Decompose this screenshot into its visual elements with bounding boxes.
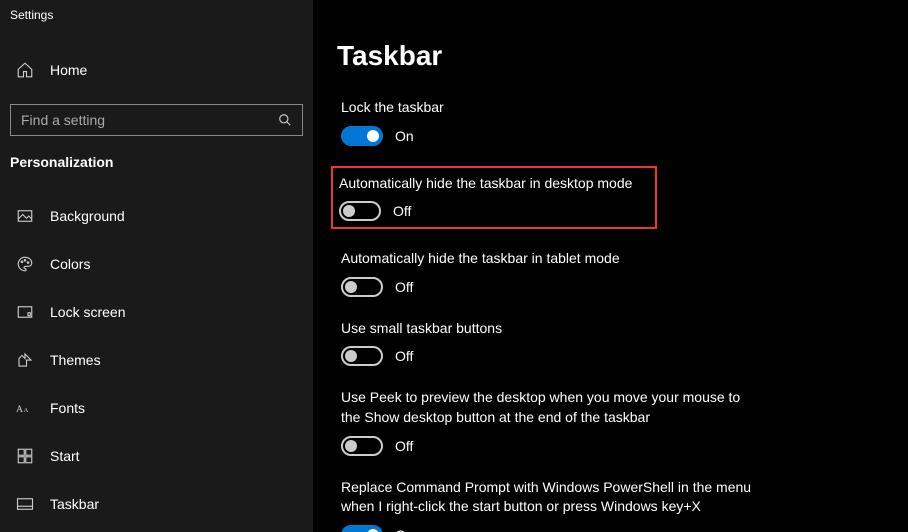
- toggle-hide-desktop[interactable]: [339, 201, 381, 221]
- sidebar-item-label: Lock screen: [50, 304, 125, 320]
- toggle-state: Off: [393, 203, 411, 219]
- svg-text:A: A: [16, 404, 23, 415]
- start-icon: [16, 447, 34, 465]
- section-heading: Personalization: [0, 154, 313, 170]
- sidebar-item-background[interactable]: Background: [0, 192, 313, 240]
- page-title: Taskbar: [337, 40, 884, 72]
- sidebar-item-label: Fonts: [50, 400, 85, 416]
- sidebar-item-fonts[interactable]: AA Fonts: [0, 384, 313, 432]
- sidebar-item-colors[interactable]: Colors: [0, 240, 313, 288]
- search-input[interactable]: [21, 112, 278, 128]
- toggle-powershell[interactable]: [341, 525, 383, 532]
- toggle-state: Off: [395, 279, 413, 295]
- fonts-icon: AA: [16, 399, 34, 417]
- home-icon: [16, 61, 34, 79]
- sidebar-item-taskbar[interactable]: Taskbar: [0, 480, 313, 528]
- sidebar-item-lockscreen[interactable]: Lock screen: [0, 288, 313, 336]
- sidebar-item-start[interactable]: Start: [0, 432, 313, 480]
- setting-label: Automatically hide the taskbar in deskto…: [339, 174, 649, 194]
- setting-label: Replace Command Prompt with Windows Powe…: [341, 478, 763, 517]
- main-content: Taskbar Lock the taskbar On Automaticall…: [313, 0, 908, 532]
- setting-hide-desktop: Automatically hide the taskbar in deskto…: [331, 166, 657, 230]
- setting-hide-tablet: Automatically hide the taskbar in tablet…: [337, 247, 767, 299]
- sidebar-item-label: Taskbar: [50, 496, 99, 512]
- setting-label: Use small taskbar buttons: [341, 319, 763, 339]
- toggle-small-buttons[interactable]: [341, 346, 383, 366]
- home-label: Home: [50, 62, 87, 78]
- toggle-peek[interactable]: [341, 436, 383, 456]
- toggle-state: Off: [395, 348, 413, 364]
- lockscreen-icon: [16, 303, 34, 321]
- palette-icon: [16, 255, 34, 273]
- sidebar-item-home[interactable]: Home: [0, 48, 313, 92]
- sidebar: Settings Home Personalization Background…: [0, 0, 313, 532]
- toggle-state: On: [395, 128, 414, 144]
- taskbar-icon: [16, 495, 34, 513]
- setting-lock-taskbar: Lock the taskbar On: [337, 96, 767, 148]
- sidebar-item-label: Themes: [50, 352, 101, 368]
- window-title: Settings: [0, 0, 313, 30]
- setting-label: Automatically hide the taskbar in tablet…: [341, 249, 763, 269]
- sidebar-item-themes[interactable]: Themes: [0, 336, 313, 384]
- picture-icon: [16, 207, 34, 225]
- setting-label: Use Peek to preview the desktop when you…: [341, 388, 763, 427]
- setting-powershell: Replace Command Prompt with Windows Powe…: [337, 476, 767, 532]
- setting-small-buttons: Use small taskbar buttons Off: [337, 317, 767, 369]
- toggle-lock-taskbar[interactable]: [341, 126, 383, 146]
- sidebar-item-label: Start: [50, 448, 80, 464]
- themes-icon: [16, 351, 34, 369]
- svg-text:A: A: [24, 407, 29, 414]
- search-box[interactable]: [10, 104, 303, 136]
- setting-label: Lock the taskbar: [341, 98, 763, 118]
- sidebar-item-label: Colors: [50, 256, 90, 272]
- toggle-state: Off: [395, 438, 413, 454]
- setting-peek: Use Peek to preview the desktop when you…: [337, 386, 767, 457]
- toggle-hide-tablet[interactable]: [341, 277, 383, 297]
- search-icon: [278, 113, 292, 127]
- sidebar-item-label: Background: [50, 208, 125, 224]
- toggle-state: On: [395, 527, 414, 532]
